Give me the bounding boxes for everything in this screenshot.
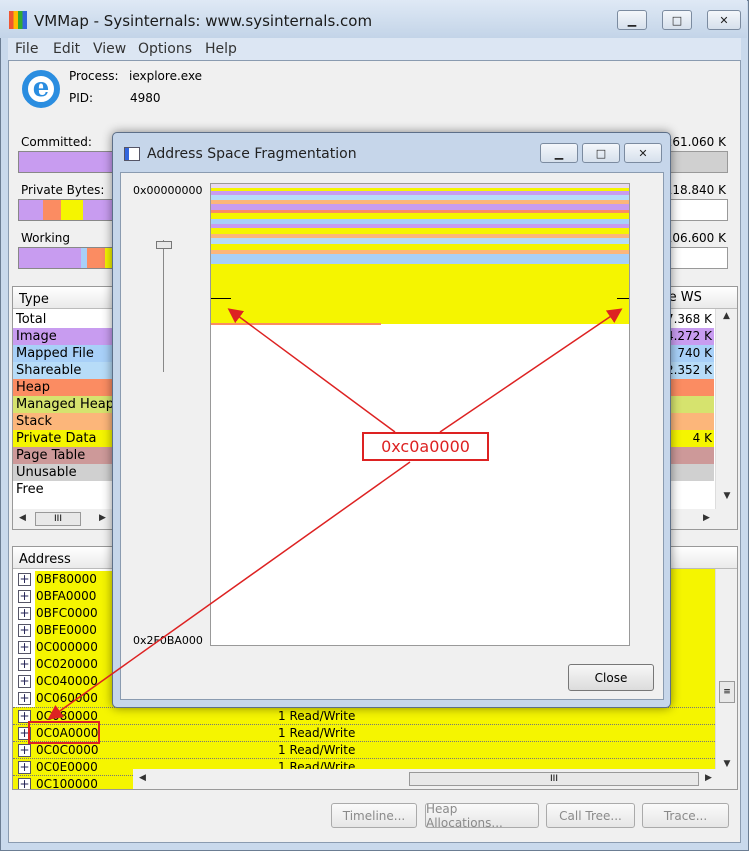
arrow-to-address-row bbox=[47, 461, 411, 720]
arrow-to-map-right bbox=[439, 308, 623, 433]
annotation-arrows bbox=[47, 308, 623, 720]
address-callout: 0xc0a0000 bbox=[362, 432, 489, 461]
arrow-to-map-left bbox=[227, 308, 396, 433]
highlight-box bbox=[28, 721, 100, 744]
